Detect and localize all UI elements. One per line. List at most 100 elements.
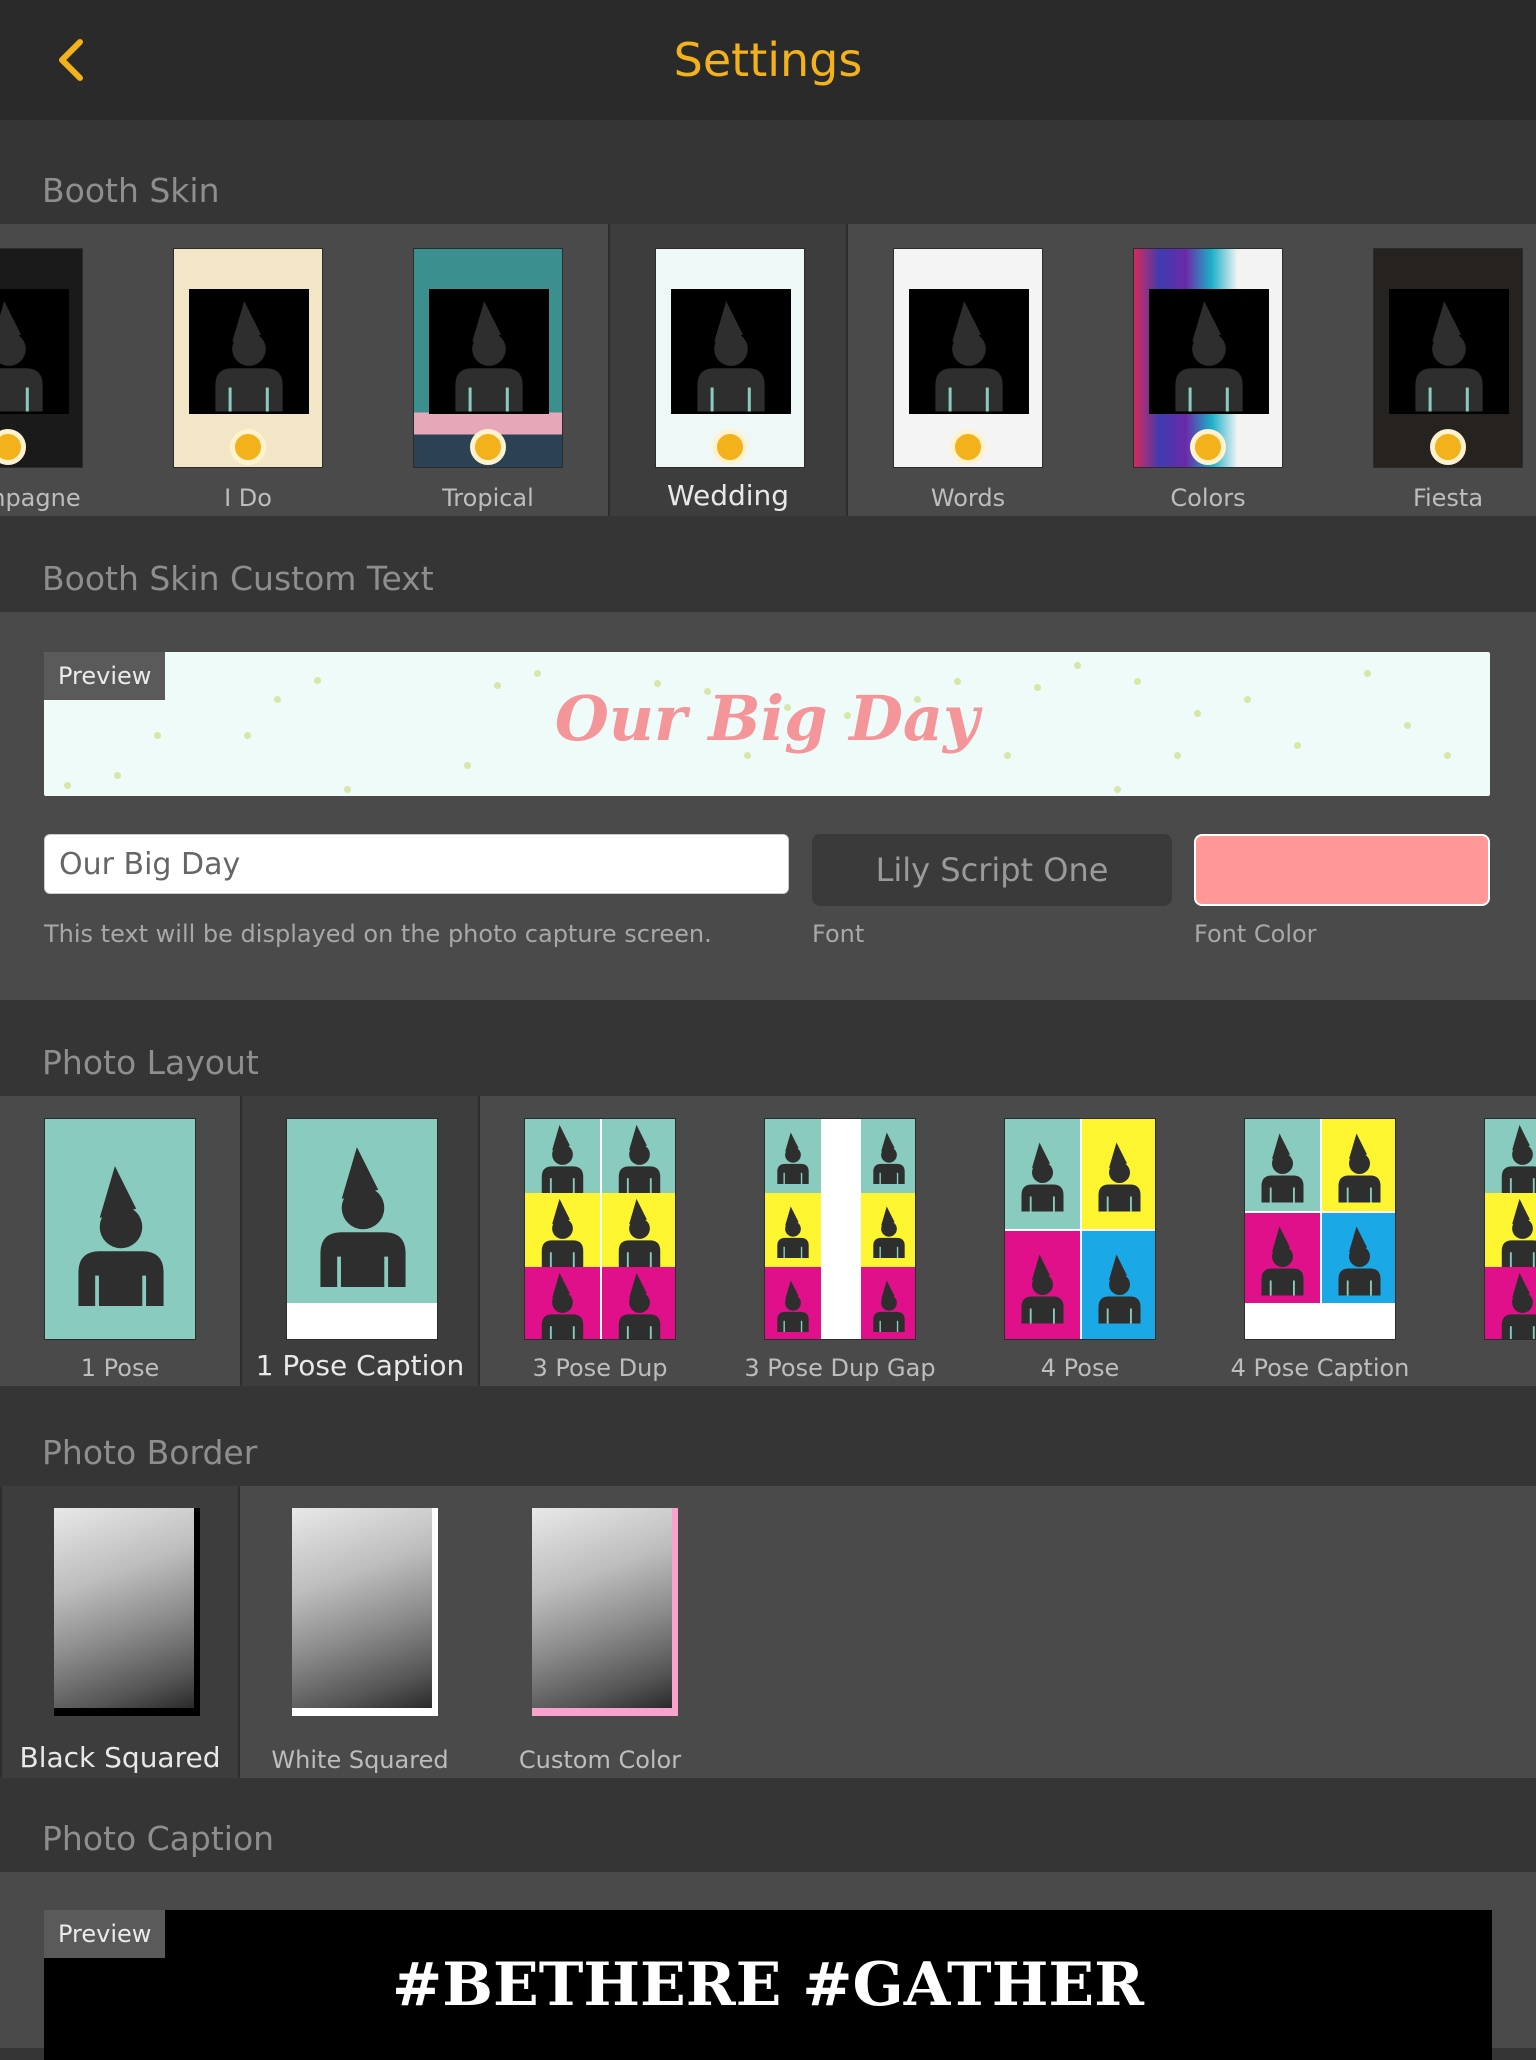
person-silhouette-icon [541,1124,584,1193]
confetti-dot [114,772,121,779]
capture-button-icon [470,429,506,465]
layout-4-pose[interactable]: 4 Pose [960,1096,1200,1386]
border-white-squared[interactable]: White Squared [240,1486,480,1778]
font-color-button[interactable] [1194,834,1490,906]
layout-label: 4 Pose Caption [1230,1354,1410,1382]
person-silhouette-icon [777,1280,809,1332]
confetti-dot [954,678,961,685]
booth-skin-carousel[interactable]: Champagne I Do Tropical Wedding Words Colors F… [0,224,1536,516]
skin-photo-window [671,289,791,414]
pose-frame [1485,1193,1536,1267]
sample-photo [532,1508,672,1708]
confetti-dot [534,670,541,677]
booth-skin-label: Colors [1170,484,1246,512]
booth-skin-thumbnail [893,248,1043,468]
skin-photo-window [189,289,309,414]
layout-1-pose[interactable]: 1 Pose [0,1096,240,1386]
person-silhouette-icon [1338,1226,1381,1296]
skin-photo-window [429,289,549,414]
confetti-dot [1004,752,1011,759]
person-silhouette-icon [1261,1226,1304,1296]
sample-photo [54,1508,194,1708]
section-header-booth-skin: Booth Skin [0,120,1536,224]
booth-skin-fiesta[interactable]: Fiesta [1328,224,1536,516]
navigation-bar: Settings [0,0,1536,120]
photo-border-carousel[interactable]: Black Squared White Squared Custom Color [0,1486,1536,1778]
layout-3-pose-dup-gap[interactable]: 3 Pose Dup Gap [720,1096,960,1386]
pose-frame [525,1193,600,1267]
booth-skin-thumbnail [1133,248,1283,468]
confetti-dot [784,704,791,711]
confetti-dot [1134,678,1141,685]
skin-photo-window [1389,289,1509,414]
confetti-dot [1444,752,1451,759]
person-silhouette-icon [618,1124,661,1193]
person-silhouette-icon [697,301,765,412]
pose-frame [861,1119,915,1193]
confetti-dot [1034,684,1041,691]
custom-text-preview: Our Big Day Preview [44,652,1490,796]
person-silhouette-icon [1175,301,1243,412]
booth-skin-champagne[interactable]: Champagne [0,224,128,516]
person-silhouette-icon [873,1132,905,1184]
booth-skin-colors[interactable]: Colors [1088,224,1328,516]
layout-label: 3 Pose Dup [532,1354,668,1382]
pose-frame [1082,1231,1155,1339]
person-silhouette-icon [541,1272,584,1339]
capture-button-icon [230,429,266,465]
pose-frame [525,1267,600,1339]
person-silhouette-icon [1415,301,1483,412]
person-silhouette-icon [1501,1124,1536,1193]
section-header-photo-layout: Photo Layout [0,1000,1536,1096]
pose-frame [1245,1119,1320,1211]
layout-6[interactable]: 6 [1440,1096,1536,1386]
border-custom-color[interactable]: Custom Color [480,1486,720,1778]
pose-frame [765,1193,821,1267]
pose-frame [1245,1213,1320,1303]
booth-skin-wedding[interactable]: Wedding [608,224,848,516]
custom-text-helper: This text will be displayed on the photo… [44,920,712,948]
layout-label: 1 Pose [80,1354,160,1382]
person-silhouette-icon [1098,1142,1141,1212]
confetti-dot [1194,710,1201,717]
capture-button-icon [1430,429,1466,465]
pose-frame [1082,1119,1155,1229]
confetti-dot [1114,786,1121,793]
confetti-dot [1074,662,1081,669]
layout-1-pose-caption[interactable]: 1 Pose Caption [240,1096,480,1386]
capture-button-icon [950,429,986,465]
person-silhouette-icon [935,301,1003,412]
border-label: White Squared [271,1746,449,1774]
booth-skin-i-do[interactable]: I Do [128,224,368,516]
font-picker-button[interactable]: Lily Script One [812,834,1172,906]
pose-frame [602,1193,675,1267]
booth-skin-label: Words [930,484,1006,512]
layout-3-pose-dup[interactable]: 3 Pose Dup [480,1096,720,1386]
layout-4-pose-caption[interactable]: 4 Pose Caption [1200,1096,1440,1386]
back-button[interactable] [40,30,100,90]
layout-thumbnail [524,1118,676,1340]
pose-frame [1485,1119,1536,1193]
custom-text-input[interactable] [44,834,789,894]
pose-frame [1322,1213,1395,1303]
confetti-dot [64,782,71,789]
pose-frame [602,1267,675,1339]
page-title: Settings [673,33,863,87]
booth-skin-tropical[interactable]: Tropical [368,224,608,516]
confetti-dot [1404,722,1411,729]
confetti-dot [154,732,161,739]
border-black-squared[interactable]: Black Squared [0,1486,240,1778]
pose-frame [1322,1119,1395,1211]
capture-button-icon [0,429,26,465]
pose-frame [765,1267,821,1339]
person-silhouette-icon [215,301,283,412]
person-silhouette-icon [320,1147,406,1287]
preview-tag: Preview [44,1910,166,1958]
custom-text-panel: Our Big Day Preview Lily Script One This… [0,612,1536,1000]
confetti-dot [244,732,251,739]
booth-skin-label: Tropical [442,484,534,512]
section-header-photo-caption: Photo Caption [0,1778,1536,1872]
preview-tag: Preview [44,652,166,700]
photo-layout-carousel[interactable]: 1 Pose 1 Pose Caption 3 Pose Dup 3 Pose Dup… [0,1096,1536,1386]
booth-skin-words[interactable]: Words [848,224,1088,516]
